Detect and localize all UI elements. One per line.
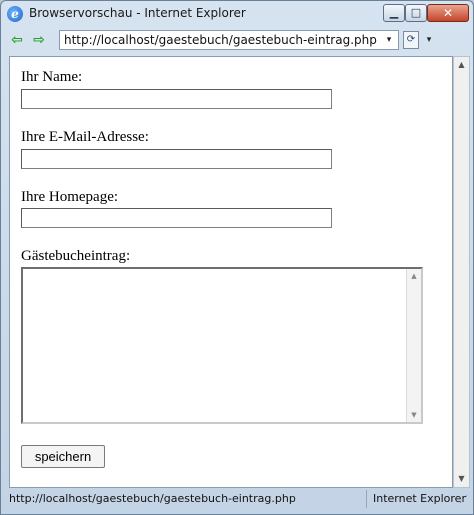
address-toolbar: ⇦ ⇨ http://localhost/gaestebuch/gaestebu…	[1, 27, 473, 53]
page-scrollbar[interactable]: ▲ ▼	[453, 56, 470, 488]
status-zone: Internet Explorer	[373, 492, 466, 505]
back-arrow-icon[interactable]: ⇦	[9, 32, 25, 48]
textarea-scrollbar[interactable]: ▲ ▼	[406, 269, 421, 422]
email-input[interactable]	[21, 149, 332, 169]
maximize-button[interactable]: □	[405, 4, 427, 22]
resize-grip-icon[interactable]: ⋰	[459, 495, 468, 505]
homepage-input[interactable]	[21, 208, 332, 228]
guestbook-entry-textarea[interactable]: ▲ ▼	[21, 267, 423, 424]
compat-dropdown-icon[interactable]: ▾	[423, 31, 435, 49]
page-content: Ihr Name: Ihre E-Mail-Adresse: Ihre Home…	[9, 56, 453, 488]
forward-arrow-icon[interactable]: ⇨	[31, 32, 47, 48]
scroll-up-icon[interactable]: ▲	[407, 269, 421, 283]
minimize-button[interactable]: ▁	[383, 4, 405, 22]
save-button[interactable]: speichern	[21, 445, 105, 468]
guestbook-entry-label: Gästebucheintrag:	[21, 248, 131, 264]
window-title: Browservorschau - Internet Explorer	[29, 6, 246, 20]
page-compat-icon[interactable]: ⟳	[403, 31, 419, 49]
name-input[interactable]	[21, 89, 332, 109]
address-dropdown-icon[interactable]: ▾	[382, 32, 396, 48]
name-label: Ihr Name:	[21, 69, 83, 85]
scroll-up-icon[interactable]: ▲	[454, 57, 469, 73]
status-url: http://localhost/gaestebuch/gaestebuch-e…	[9, 490, 367, 508]
address-bar[interactable]: http://localhost/gaestebuch/gaestebuch-e…	[59, 30, 399, 50]
browser-window: e Browservorschau - Internet Explorer ▁ …	[0, 0, 474, 515]
title-bar[interactable]: e Browservorschau - Internet Explorer ▁ …	[1, 1, 473, 27]
homepage-label: Ihre Homepage:	[21, 189, 119, 205]
close-button[interactable]: ✕	[427, 4, 469, 22]
email-label: Ihre E-Mail-Adresse:	[21, 129, 149, 145]
status-bar: http://localhost/gaestebuch/gaestebuch-e…	[1, 489, 473, 511]
scroll-down-icon[interactable]: ▼	[407, 408, 421, 422]
address-url[interactable]: http://localhost/gaestebuch/gaestebuch-e…	[64, 33, 377, 47]
scroll-down-icon[interactable]: ▼	[454, 471, 469, 487]
ie-logo-icon: e	[7, 6, 23, 22]
